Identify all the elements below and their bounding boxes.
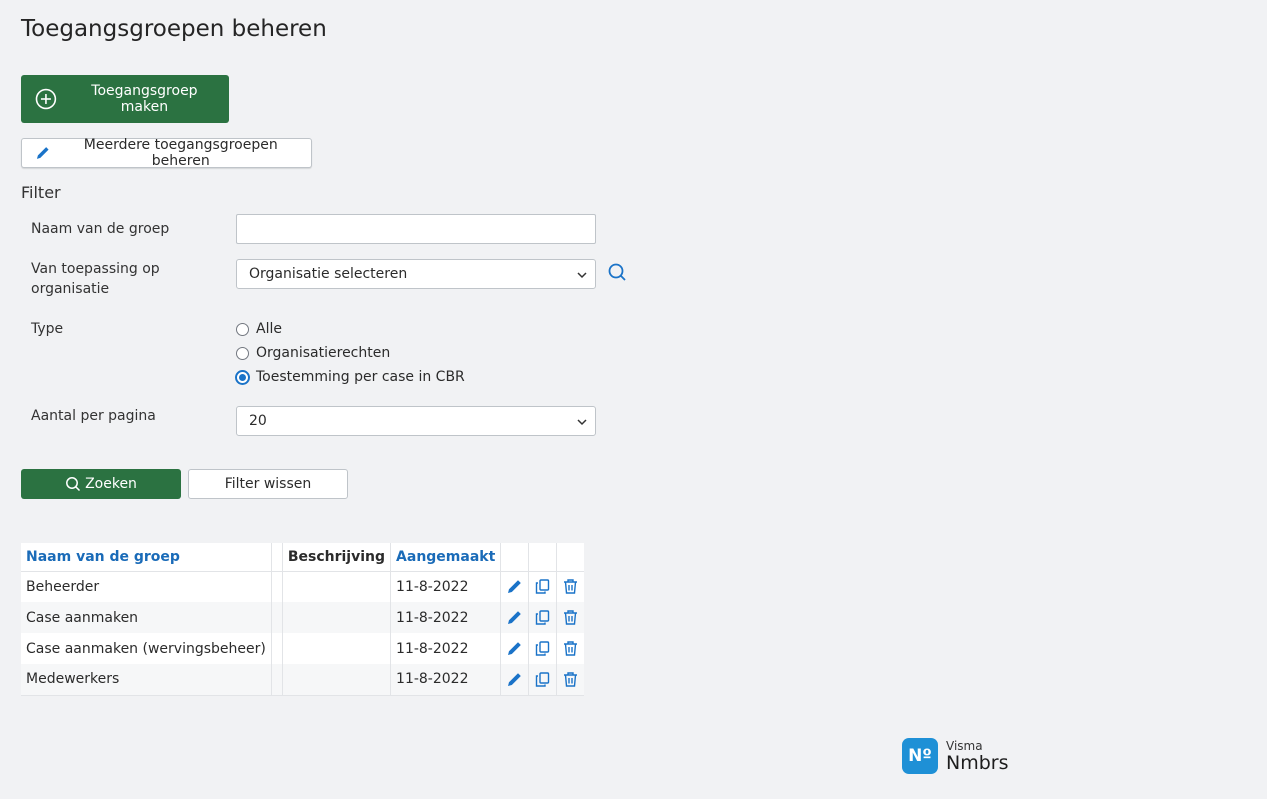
cell-created: 11-8-2022	[390, 571, 502, 602]
visma-nmbrs-logo: Nº Visma Nmbrs	[902, 738, 1009, 774]
trash-icon[interactable]	[562, 578, 579, 595]
table-header-row: Naam van de groep Beschrijving Aangemaak…	[21, 543, 585, 572]
type-option-case-permission[interactable]: Toestemming per case in CBR	[236, 369, 465, 385]
type-option-label: Toestemming per case in CBR	[256, 369, 465, 385]
organisation-select[interactable]: Organisatie selecteren	[236, 259, 596, 289]
edit-icon[interactable]	[506, 578, 523, 595]
search-button-label: Zoeken	[85, 476, 137, 492]
cell-name: Beheerder	[21, 571, 272, 602]
type-label: Type	[31, 321, 64, 337]
filter-heading: Filter	[21, 183, 61, 202]
organisation-label: Van toepassing op organisatie	[31, 261, 160, 297]
copy-cell[interactable]	[528, 571, 558, 602]
cell-description	[282, 664, 392, 696]
cell-created: 11-8-2022	[390, 602, 502, 633]
type-option-label: Organisatierechten	[256, 345, 391, 361]
delete-cell[interactable]	[556, 664, 585, 696]
edit-icon[interactable]	[506, 609, 523, 626]
column-header-description: Beschrijving	[282, 543, 392, 572]
cell-description	[282, 571, 392, 602]
logo-line-visma: Visma	[946, 738, 983, 753]
clear-filter-label: Filter wissen	[224, 476, 312, 492]
trash-icon[interactable]	[562, 640, 579, 657]
table-row: Case aanmaken (wervingsbeheer) 11-8-2022	[21, 633, 584, 664]
trash-icon[interactable]	[562, 671, 579, 688]
delete-cell[interactable]	[557, 571, 585, 602]
per-page-select-value: 20	[249, 413, 267, 429]
edit-cell[interactable]	[500, 664, 530, 696]
cell-description	[282, 602, 392, 633]
edit-cell[interactable]	[500, 602, 530, 633]
table-row: Case aanmaken 11-8-2022	[21, 602, 585, 633]
copy-cell[interactable]	[528, 633, 558, 664]
column-header-delete	[556, 543, 585, 572]
search-organisation-icon[interactable]	[607, 262, 627, 282]
chevron-down-icon	[577, 272, 587, 279]
per-page-label: Aantal per pagina	[31, 408, 156, 424]
type-option-label: Alle	[256, 321, 282, 337]
logo-mark: Nº	[902, 738, 938, 774]
cell-created: 11-8-2022	[390, 633, 502, 664]
edit-icon[interactable]	[506, 671, 523, 688]
cell-created: 11-8-2022	[390, 664, 502, 696]
table-row: Beheerder 11-8-2022	[21, 571, 584, 602]
edit-cell[interactable]	[500, 633, 530, 664]
logo-text: Visma Nmbrs	[946, 740, 1009, 773]
cell-description	[282, 633, 392, 664]
edit-cell[interactable]	[500, 571, 530, 602]
cell-spacer	[271, 571, 283, 602]
cell-name: Case aanmaken (wervingsbeheer)	[21, 633, 272, 664]
column-header-name[interactable]: Naam van de groep	[21, 543, 272, 572]
trash-icon[interactable]	[562, 609, 579, 626]
create-access-group-label: Toegangsgroep maken	[91, 83, 198, 115]
radio-button[interactable]	[236, 346, 249, 360]
column-header-created[interactable]: Aangemaakt	[390, 543, 502, 572]
group-name-input[interactable]	[236, 214, 596, 244]
search-button[interactable]: Zoeken	[21, 469, 181, 499]
plus-circle-icon	[35, 88, 57, 110]
group-name-label: Naam van de groep	[31, 221, 170, 237]
manage-multiple-groups-button[interactable]: Meerdere toegangsgroepen beheren	[21, 137, 312, 169]
radio-button[interactable]	[236, 322, 249, 336]
cell-name: Medewerkers	[21, 664, 272, 696]
copy-icon[interactable]	[534, 578, 551, 595]
cell-spacer	[271, 633, 283, 664]
create-access-group-button[interactable]: Toegangsgroep maken	[21, 75, 229, 123]
logo-line-nmbrs: Nmbrs	[946, 751, 1009, 774]
per-page-select[interactable]: 20	[236, 406, 596, 436]
column-header-spacer	[271, 543, 283, 572]
cell-name: Case aanmaken	[21, 602, 272, 633]
cell-spacer	[271, 602, 283, 633]
manage-multiple-groups-label: Meerdere toegangsgroepen beheren	[83, 137, 278, 169]
copy-icon[interactable]	[534, 671, 551, 688]
cell-spacer	[271, 664, 283, 696]
page-title: Toegangsgroepen beheren	[21, 16, 327, 42]
copy-icon[interactable]	[534, 609, 551, 626]
chevron-down-icon	[577, 419, 587, 426]
edit-icon[interactable]	[506, 640, 523, 657]
search-icon	[66, 477, 81, 492]
access-groups-table: Naam van de groep Beschrijving Aangemaak…	[21, 543, 585, 696]
type-option-all[interactable]: Alle	[236, 321, 282, 337]
column-header-edit	[500, 543, 530, 572]
copy-cell[interactable]	[528, 664, 558, 696]
delete-cell[interactable]	[557, 633, 585, 664]
pencil-icon	[36, 147, 49, 159]
radio-button-selected[interactable]	[236, 370, 249, 384]
table-row: Medewerkers 11-8-2022	[21, 664, 585, 696]
organisation-select-value: Organisatie selecteren	[249, 266, 408, 282]
clear-filter-button[interactable]: Filter wissen	[188, 469, 348, 499]
copy-cell[interactable]	[528, 602, 558, 633]
column-header-copy	[528, 543, 558, 572]
type-option-organisation-rights[interactable]: Organisatierechten	[236, 345, 390, 361]
delete-cell[interactable]	[556, 602, 585, 633]
copy-icon[interactable]	[534, 640, 551, 657]
